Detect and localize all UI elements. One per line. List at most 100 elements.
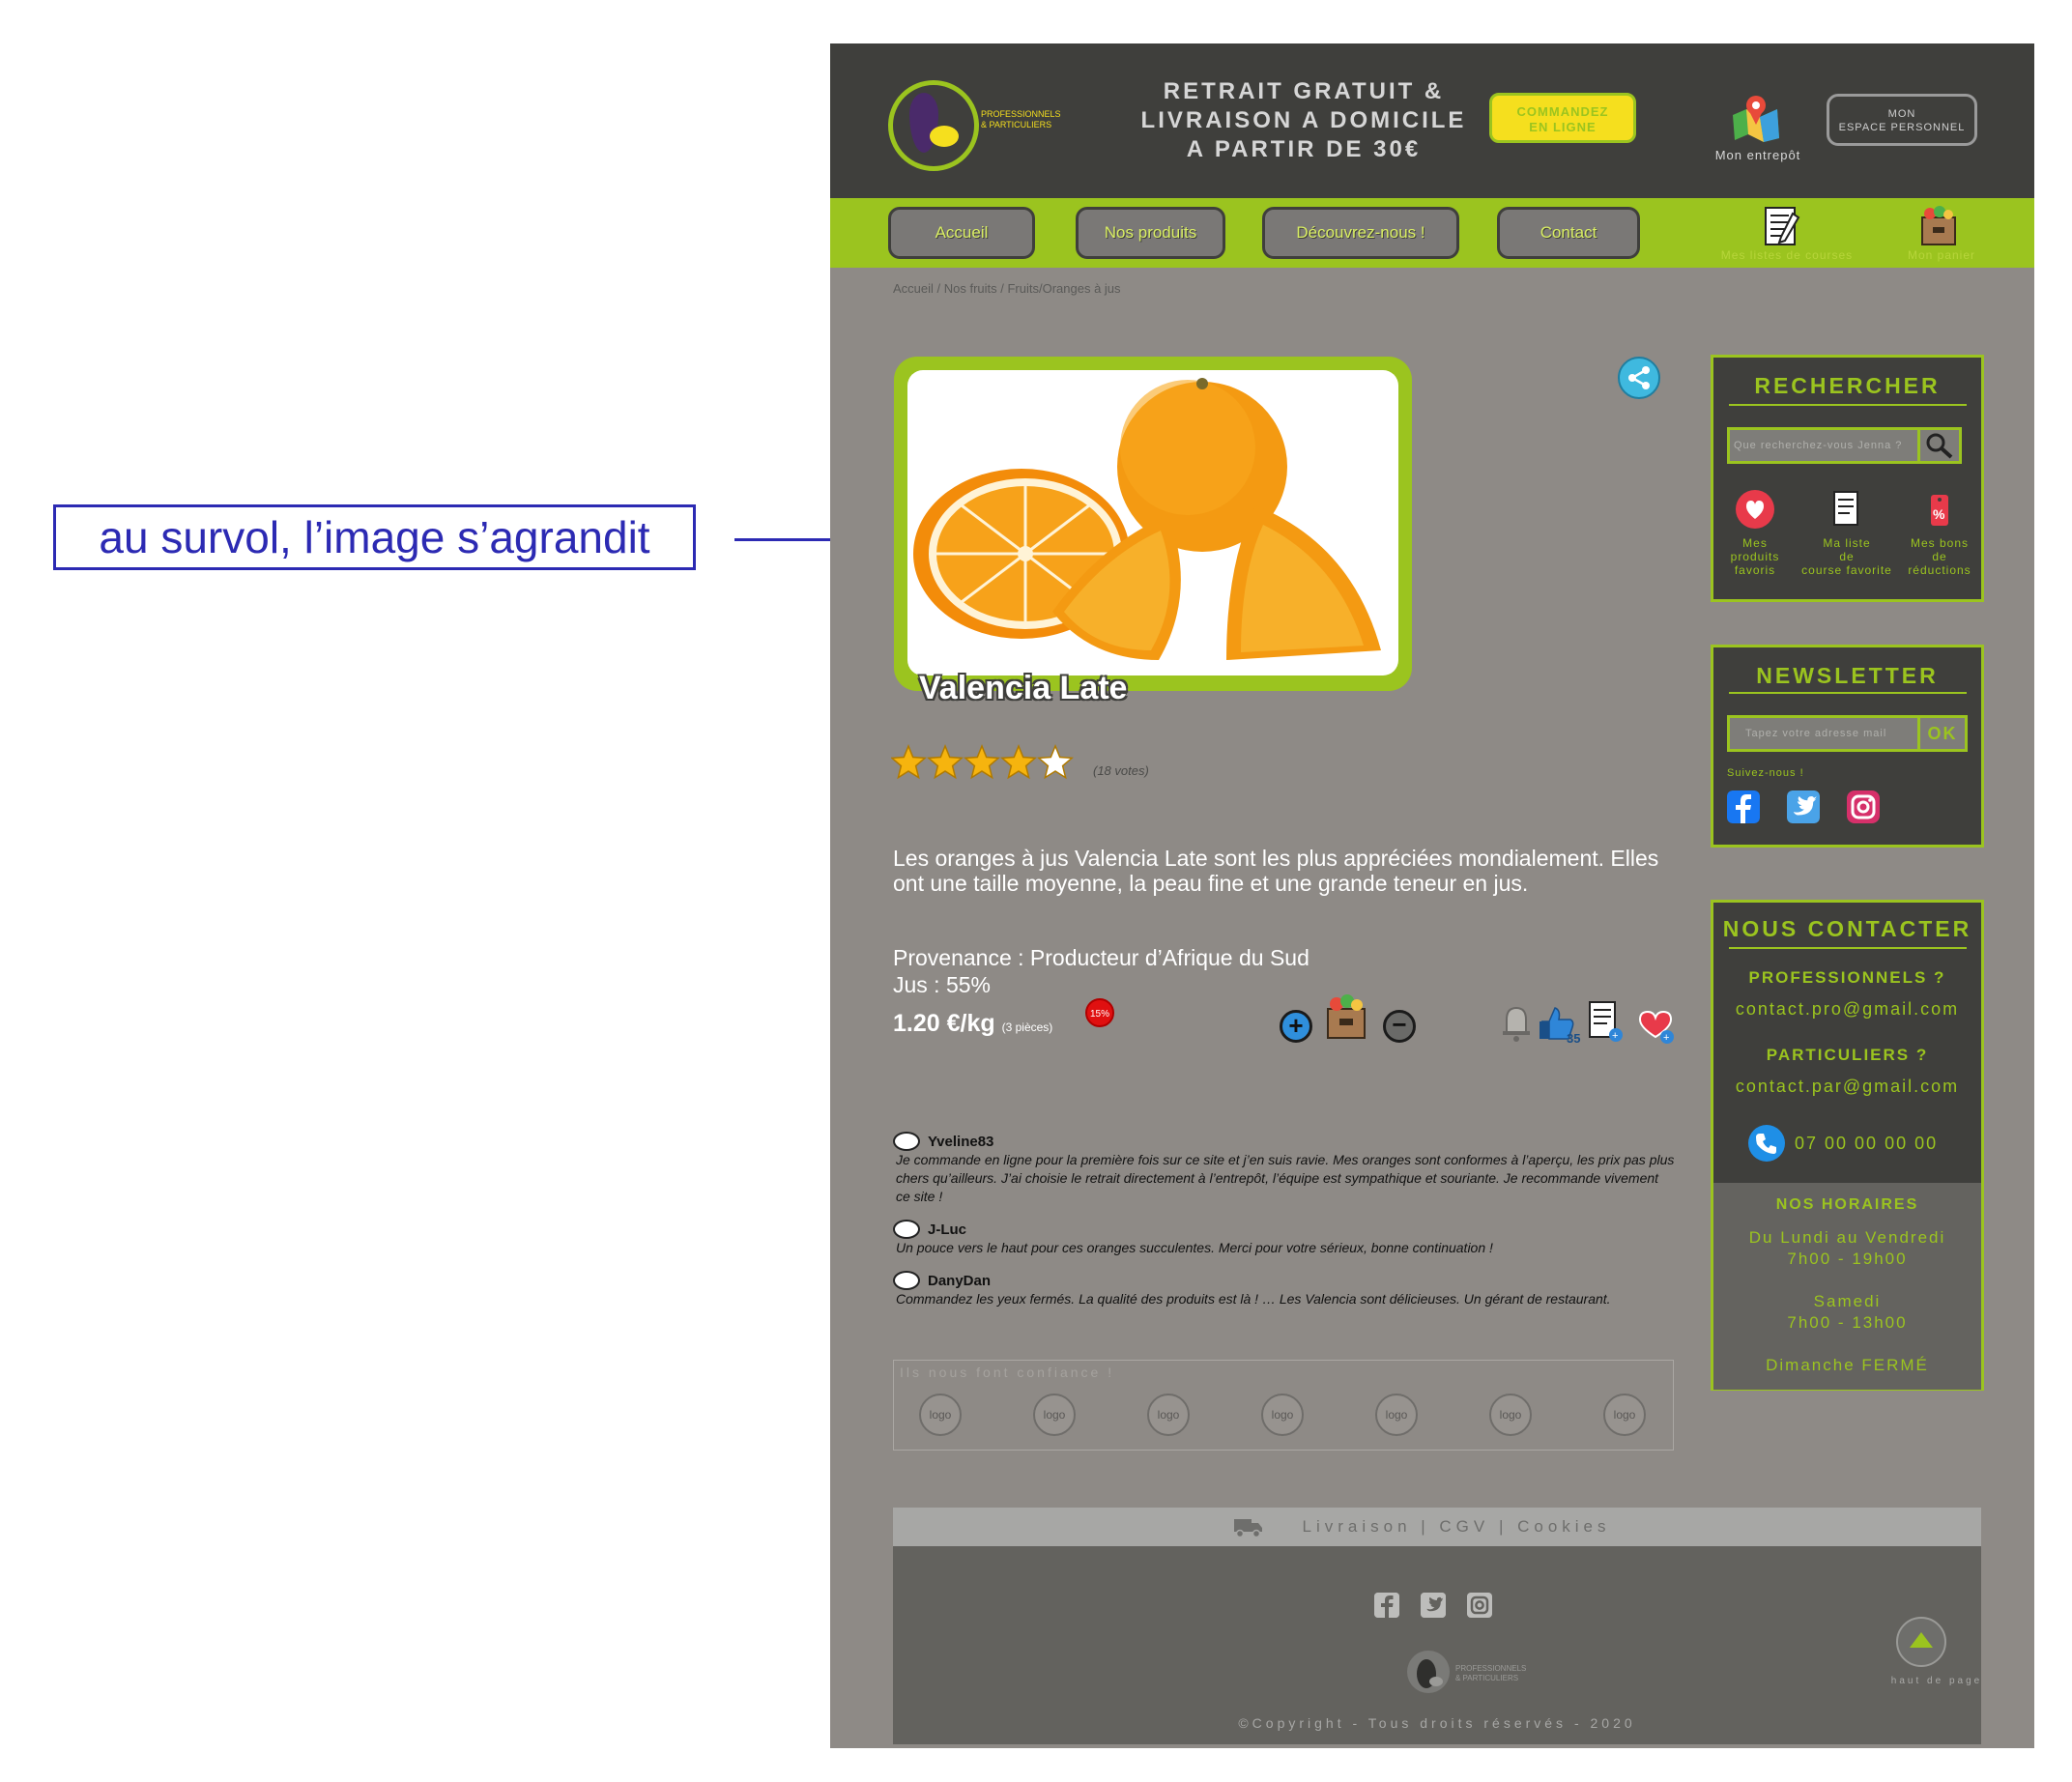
back-to-top-label[interactable]: haut de page — [1884, 1676, 1990, 1686]
juice-line: Jus : 55% — [893, 972, 991, 997]
product-description: Les oranges à jus Valencia Late sont les… — [893, 846, 1659, 896]
speech-bubble-icon — [893, 1271, 920, 1290]
rating-stars[interactable] — [891, 744, 1084, 783]
main-nav: Accueil Nos produits Découvrez-nous ! Co… — [830, 198, 2034, 268]
product-image-frame[interactable] — [894, 357, 1412, 691]
divider — [1729, 947, 1967, 949]
nav-contact[interactable]: Contact — [1497, 207, 1640, 259]
add-to-basket-icon[interactable] — [1324, 993, 1368, 1040]
search-input[interactable]: Que recherchez-vous Jenna ? — [1727, 427, 1920, 464]
partner-logo[interactable]: logo — [1147, 1394, 1190, 1436]
warehouse-label[interactable]: Mon entrepôt — [1700, 148, 1816, 162]
phone-icon[interactable] — [1748, 1125, 1785, 1162]
speech-bubble-icon — [893, 1132, 920, 1151]
hours-line: Du Lundi au Vendredi — [1748, 1228, 1946, 1247]
product-actions: 35 + + — [1503, 1001, 1674, 1046]
partner-logo[interactable]: logo — [1603, 1394, 1646, 1436]
lemon-icon — [930, 126, 959, 147]
hours-line: Dimanche FERMÉ — [1766, 1356, 1929, 1374]
footer-links[interactable]: Livraison | CGV | Cookies — [893, 1508, 1981, 1546]
product-origin: Provenance : Producteur d’Afrique du Sud… — [893, 944, 1309, 998]
quantity-plus-button[interactable]: + — [1280, 1010, 1312, 1043]
partner-logo[interactable]: logo — [1489, 1394, 1532, 1436]
pro-email-link[interactable]: contact.pro@gmail.com — [1713, 999, 1981, 1020]
shopping-list-icon[interactable] — [1760, 204, 1804, 248]
share-button[interactable] — [1618, 357, 1660, 399]
star-filled-icon[interactable] — [927, 744, 964, 780]
orange-image — [913, 378, 1381, 660]
star-filled-icon[interactable] — [891, 744, 927, 780]
partners-title: Ils nous font confiance ! — [900, 1365, 1115, 1380]
footer-eggplant-icon — [1417, 1659, 1443, 1688]
product-name: Valencia Late — [919, 670, 1128, 706]
instagram-icon[interactable] — [1847, 790, 1880, 823]
order-online-button[interactable]: COMMANDEZ EN LIGNE — [1489, 93, 1636, 143]
partner-logo[interactable]: logo — [919, 1394, 962, 1436]
cart-basket-icon[interactable] — [1916, 204, 1961, 248]
star-filled-icon[interactable] — [1000, 744, 1037, 780]
product-image[interactable] — [907, 370, 1398, 675]
phone-glyph — [1756, 1134, 1776, 1154]
svg-text:%: % — [1933, 506, 1945, 522]
hours-title: NOS HORAIRES — [1775, 1196, 1919, 1213]
search-icon — [1926, 433, 1953, 459]
votes-count: (18 votes) — [1093, 763, 1149, 778]
personal-space-button[interactable]: MON ESPACE PERSONNEL — [1827, 94, 1977, 146]
nav-products[interactable]: Nos produits — [1076, 207, 1225, 259]
nav-accueil[interactable]: Accueil — [888, 207, 1035, 259]
part-email-link[interactable]: contact.par@gmail.com — [1713, 1077, 1981, 1097]
map-pin-icon[interactable] — [1731, 94, 1781, 142]
quick-link-list[interactable]: Ma liste de course favorite — [1789, 489, 1905, 577]
shopping-lists-label[interactable]: Mes listes de courses — [1714, 248, 1859, 262]
review-item: J-Luc Un pouce vers le haut pour ces ora… — [893, 1220, 1676, 1257]
facebook-icon[interactable] — [1727, 790, 1760, 823]
annotation-box: au survol, l’image s’agrandit — [53, 504, 696, 570]
search-button[interactable] — [1917, 427, 1962, 464]
pro-label: PROFESSIONNELS ? — [1748, 968, 1946, 987]
annotation-text: au survol, l’image s’agrandit — [99, 512, 650, 562]
quick-link-discounts[interactable]: % Mes bons de réductions — [1899, 489, 1980, 577]
twitter-icon[interactable] — [1787, 790, 1820, 823]
partner-logo[interactable]: logo — [1033, 1394, 1076, 1436]
review-author: DanyDan — [928, 1272, 992, 1289]
partner-logo[interactable]: logo — [1375, 1394, 1418, 1436]
footer: PROFESSIONNELS & PARTICULIERS ©Copyright… — [893, 1546, 1981, 1744]
footer-logo[interactable] — [1407, 1651, 1450, 1693]
nav-discover[interactable]: Découvrez-nous ! — [1262, 207, 1459, 259]
divider — [1729, 404, 1967, 406]
review-author: Yveline83 — [928, 1133, 994, 1150]
promo-banner: RETRAIT GRATUIT & LIVRAISON A DOMICILE A… — [1140, 78, 1467, 162]
search-panel: RECHERCHER Que recherchez-vous Jenna ? M… — [1711, 355, 1984, 602]
hours-line: Samedi — [1813, 1292, 1882, 1310]
opening-hours: NOS HORAIRES Du Lundi au Vendredi 7h00 -… — [1713, 1183, 1981, 1390]
speech-bubble-icon — [893, 1220, 920, 1239]
page-mockup: PROFESSIONNELS & PARTICULIERS RETRAIT GR… — [830, 43, 2034, 1748]
footer-facebook-icon[interactable] — [1374, 1593, 1399, 1618]
newsletter-email-input[interactable]: Tapez votre adresse mail — [1727, 715, 1920, 752]
copyright: ©Copyright - Tous droits réservés - 2020 — [1238, 1715, 1636, 1731]
divider — [1729, 692, 1967, 694]
up-arrow-icon — [1910, 1632, 1933, 1648]
review-text: Un pouce vers le haut pour ces oranges s… — [896, 1240, 1493, 1255]
quantity-minus-button[interactable]: − — [1383, 1010, 1416, 1043]
search-title: RECHERCHER — [1754, 373, 1941, 398]
share-icon — [1628, 366, 1650, 389]
star-empty-icon[interactable] — [1037, 744, 1074, 780]
star-filled-icon[interactable] — [964, 744, 1000, 780]
quick-link-favorites[interactable]: Mes produits favoris — [1719, 489, 1791, 577]
hours-line: 7h00 - 19h00 — [1787, 1250, 1908, 1268]
footer-twitter-icon[interactable] — [1421, 1593, 1446, 1618]
hours-line: 7h00 - 13h00 — [1787, 1313, 1908, 1332]
site-logo[interactable] — [888, 80, 979, 171]
part-label: PARTICULIERS ? — [1766, 1046, 1929, 1064]
contact-panel: NOUS CONTACTER PROFESSIONNELS ? contact.… — [1711, 900, 1984, 1391]
breadcrumb[interactable]: Accueil / Nos fruits / Fruits/Oranges à … — [893, 281, 1121, 296]
newsletter-submit-button[interactable]: OK — [1917, 715, 1968, 752]
svg-text:+: + — [1663, 1032, 1669, 1044]
price-note: (3 pièces) — [1001, 1020, 1053, 1034]
phone-number[interactable]: 07 00 00 00 00 — [1795, 1134, 1938, 1154]
back-to-top-button[interactable] — [1896, 1617, 1946, 1667]
partner-logo[interactable]: logo — [1261, 1394, 1304, 1436]
footer-instagram-icon[interactable] — [1467, 1593, 1492, 1618]
cart-label[interactable]: Mon panier — [1898, 248, 1985, 262]
